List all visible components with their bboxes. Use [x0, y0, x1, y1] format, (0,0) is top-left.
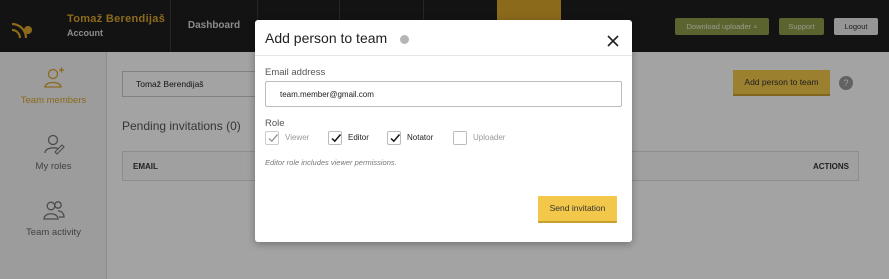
email-label: Email address: [265, 67, 326, 78]
checkmark-icon: [268, 134, 279, 143]
checkbox-box: [453, 131, 467, 145]
role-note: Editor role includes viewer permissions.: [265, 158, 397, 167]
checkbox-box: [387, 131, 401, 145]
send-invitation-button[interactable]: Send invitation: [538, 196, 617, 223]
checkbox-box: [328, 131, 342, 145]
role-label-uploader: Uploader: [473, 133, 506, 142]
dialog-title: Add person to team: [265, 30, 388, 46]
close-icon[interactable]: [606, 34, 620, 48]
email-field[interactable]: [265, 81, 622, 107]
info-icon[interactable]: [400, 35, 409, 44]
role-label: Role: [265, 118, 285, 129]
checkmark-icon: [390, 134, 401, 143]
role-label-notator: Notator: [407, 133, 434, 142]
dialog-header: Add person to team: [255, 20, 632, 56]
role-label-viewer: Viewer: [285, 133, 310, 142]
checkmark-icon: [331, 134, 342, 143]
checkbox-box: [265, 131, 279, 145]
role-label-editor: Editor: [348, 133, 369, 142]
add-person-dialog: Add person to team Email address Role Vi…: [255, 20, 632, 242]
